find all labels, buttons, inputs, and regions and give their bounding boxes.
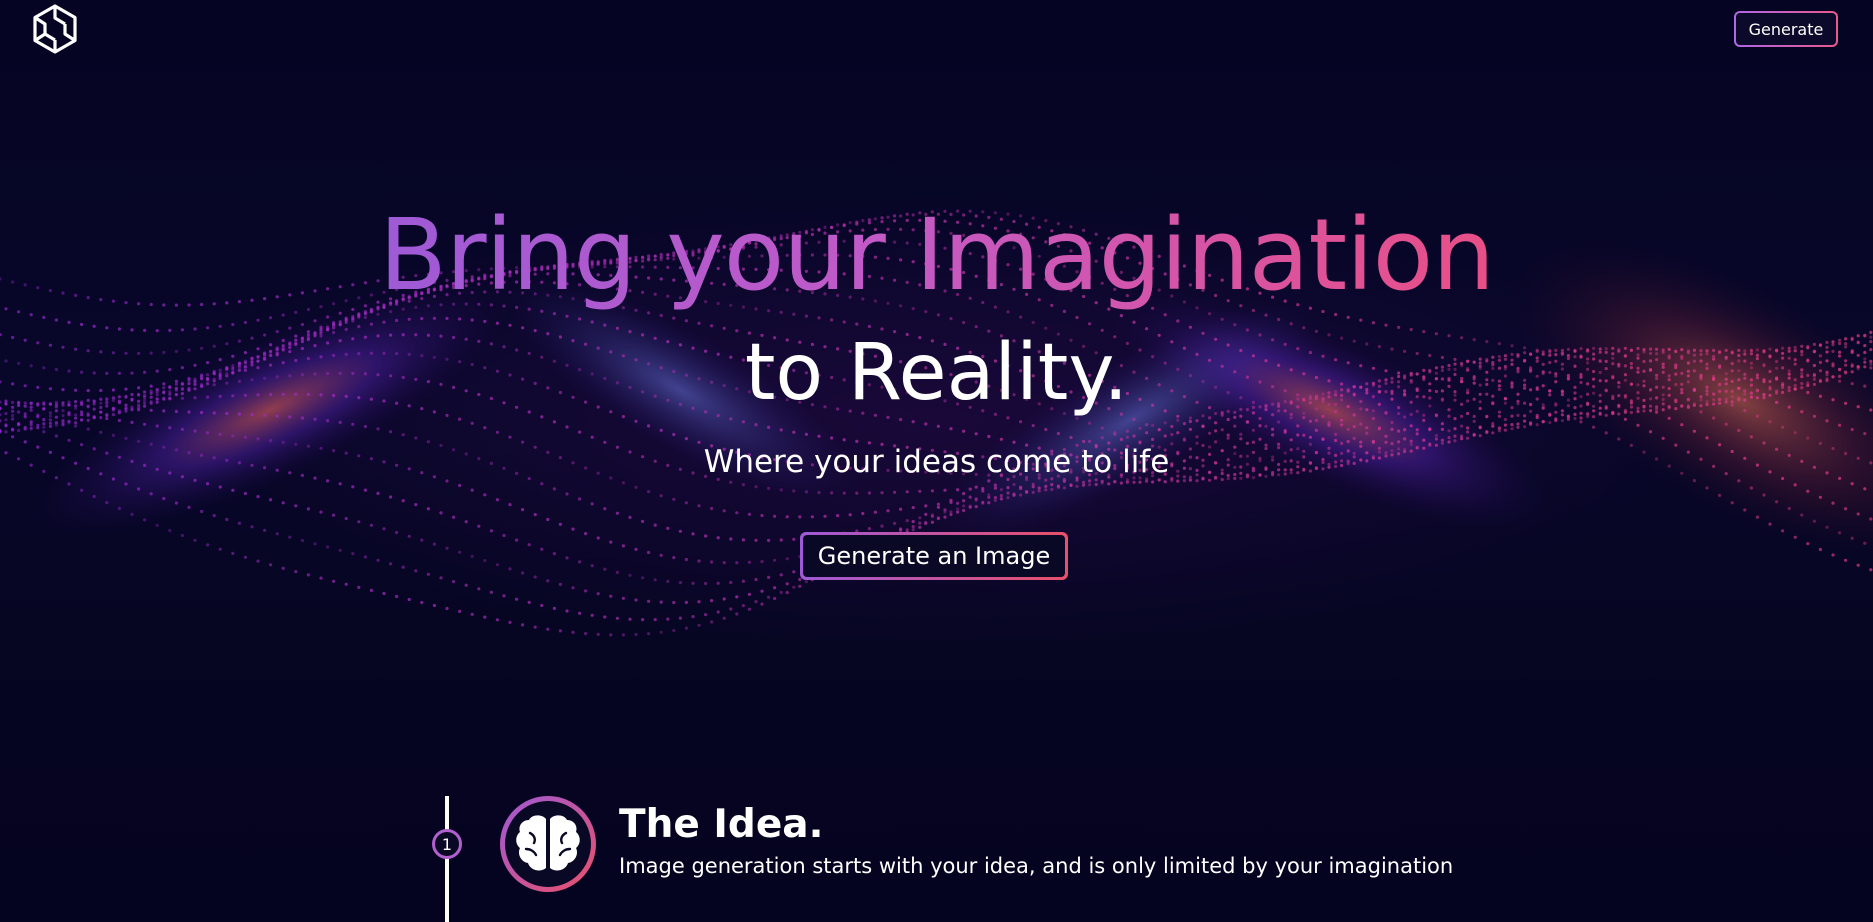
generate-image-button[interactable]: Generate an Image	[800, 532, 1068, 580]
generate-image-label: Generate an Image	[803, 535, 1065, 577]
header-generate-button[interactable]: Generate	[1734, 11, 1838, 47]
step-title: The Idea.	[619, 802, 824, 847]
hexagon-logo-icon[interactable]	[30, 3, 80, 57]
step-number-badge: 1	[432, 829, 462, 859]
header-generate-label: Generate	[1736, 13, 1836, 45]
hero-title: Bring your Imagination	[0, 196, 1873, 316]
hero-tagline: Where your ideas come to life	[703, 444, 1170, 480]
brain-icon	[516, 815, 580, 871]
hero-title-line1: Bring your Imagination	[379, 198, 1495, 313]
hero-subtitle: to Reality.	[744, 328, 1129, 418]
step-icon-circle	[500, 796, 596, 892]
timeline-line	[445, 796, 449, 922]
step-description: Image generation starts with your idea, …	[619, 854, 1454, 878]
